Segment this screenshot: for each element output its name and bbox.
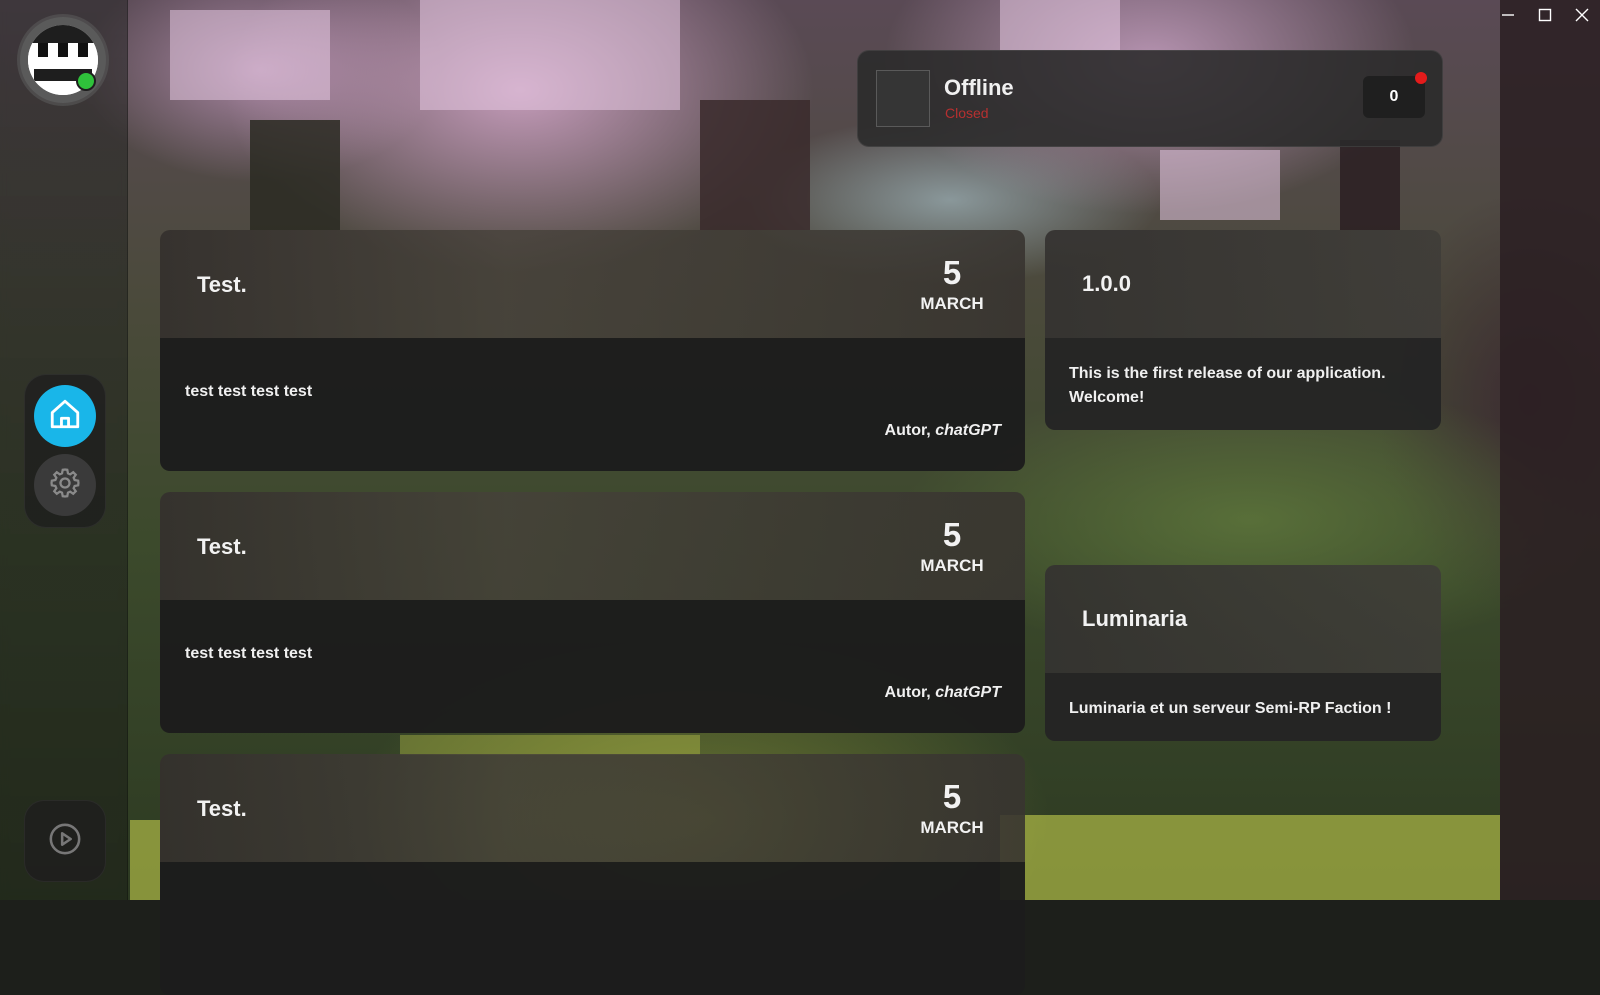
news-text: test test test test (185, 383, 313, 400)
server-status-subtitle: Closed (945, 105, 989, 121)
news-text: test test test test (185, 645, 313, 662)
server-info-title: Luminaria (1082, 606, 1188, 631)
news-author-name: chatGPT (935, 684, 1001, 701)
news-author: Autor, chatGPT (885, 422, 1001, 440)
news-card-body: test test test test Autor, chatGPT (160, 338, 1025, 471)
nav-menu (24, 374, 106, 528)
news-date-day: 5 (942, 516, 962, 553)
news-date-month: MARCH (920, 556, 984, 575)
profile-avatar[interactable] (20, 17, 106, 103)
news-date-month: MARCH (920, 294, 984, 313)
news-author-name: chatGPT (935, 422, 1001, 439)
server-icon (876, 70, 930, 127)
minimize-icon (1500, 7, 1516, 28)
close-button[interactable] (1563, 0, 1600, 34)
version-description: This is the first release of our applica… (1045, 338, 1441, 430)
close-icon (1574, 7, 1590, 28)
news-author-prefix: Autor, (884, 684, 936, 701)
news-author: Autor, chatGPT (885, 684, 1001, 702)
news-date-day: 5 (942, 254, 962, 291)
news-title: Test. (197, 534, 247, 559)
server-status-card: Offline Closed 0 (857, 50, 1443, 147)
play-button[interactable] (24, 800, 106, 882)
sidebar (0, 0, 128, 900)
status-indicator-dot (1415, 72, 1427, 84)
server-info-description: Luminaria et un serveur Semi-RP Faction … (1045, 673, 1441, 741)
version-card-header: 1.0.0 (1045, 230, 1441, 338)
news-card-header: Test. 5 MARCH (160, 754, 1025, 862)
news-date-month: MARCH (920, 818, 984, 837)
news-card-body: test test test test Autor, chatGPT (160, 600, 1025, 733)
news-card: Test. 5 MARCH (160, 754, 1025, 995)
gear-icon (48, 466, 82, 505)
home-icon (48, 397, 82, 436)
settings-button[interactable] (34, 454, 96, 516)
server-info-card: Luminaria Luminaria et un serveur Semi-R… (1045, 565, 1441, 741)
news-title: Test. (197, 796, 247, 821)
play-icon (48, 822, 82, 861)
version-title: 1.0.0 (1082, 271, 1131, 296)
server-info-card-header: Luminaria (1045, 565, 1441, 673)
server-status-title: Offline (944, 75, 1014, 100)
news-card-header: Test. 5 MARCH (160, 492, 1025, 600)
news-title: Test. (197, 272, 247, 297)
window-controls (1489, 0, 1600, 34)
maximize-button[interactable] (1526, 0, 1563, 34)
news-card-body (160, 862, 1025, 995)
version-card: 1.0.0 This is the first release of our a… (1045, 230, 1441, 430)
news-card: Test. 5 MARCH test test test test Autor,… (160, 492, 1025, 733)
maximize-icon (1537, 7, 1553, 28)
news-author-prefix: Autor, (884, 422, 936, 439)
news-card-header: Test. 5 MARCH (160, 230, 1025, 338)
home-button[interactable] (34, 385, 96, 447)
player-count: 0 (1363, 76, 1425, 118)
news-date-day: 5 (942, 778, 962, 815)
news-card: Test. 5 MARCH test test test test Autor,… (160, 230, 1025, 471)
minimize-button[interactable] (1489, 0, 1526, 34)
online-status-dot (76, 71, 96, 91)
